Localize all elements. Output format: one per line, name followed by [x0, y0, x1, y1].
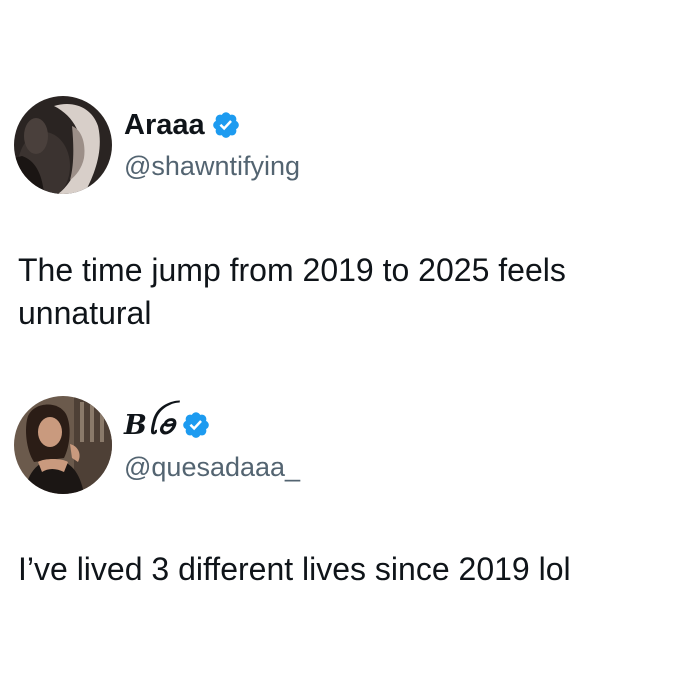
avatar-photo-icon [14, 96, 112, 194]
tweet-card-2: Bꪶꪮ @quesadaaa_ I’ve lived 3 different l… [0, 340, 700, 640]
tweet-text: The time jump from 2019 to 2025 feels un… [18, 252, 566, 331]
user-handle[interactable]: @quesadaaa_ [124, 454, 300, 481]
avatar[interactable] [14, 96, 112, 194]
verified-badge-icon [181, 410, 211, 440]
display-name[interactable]: Bꪶꪮ [124, 412, 175, 439]
verified-badge-icon [211, 110, 241, 140]
avatar-photo-icon [14, 396, 112, 494]
avatar[interactable] [14, 396, 112, 494]
tweet-text: I’ve lived 3 different lives since 2019 … [18, 551, 571, 587]
name-row: Araaa [124, 110, 241, 140]
display-name[interactable]: Araaa [124, 110, 205, 140]
user-handle[interactable]: @shawntifying [124, 153, 300, 180]
tweet-card-1: Araaa @shawntifying The time jump from 2… [0, 0, 700, 340]
name-row: Bꪶꪮ [124, 410, 211, 440]
